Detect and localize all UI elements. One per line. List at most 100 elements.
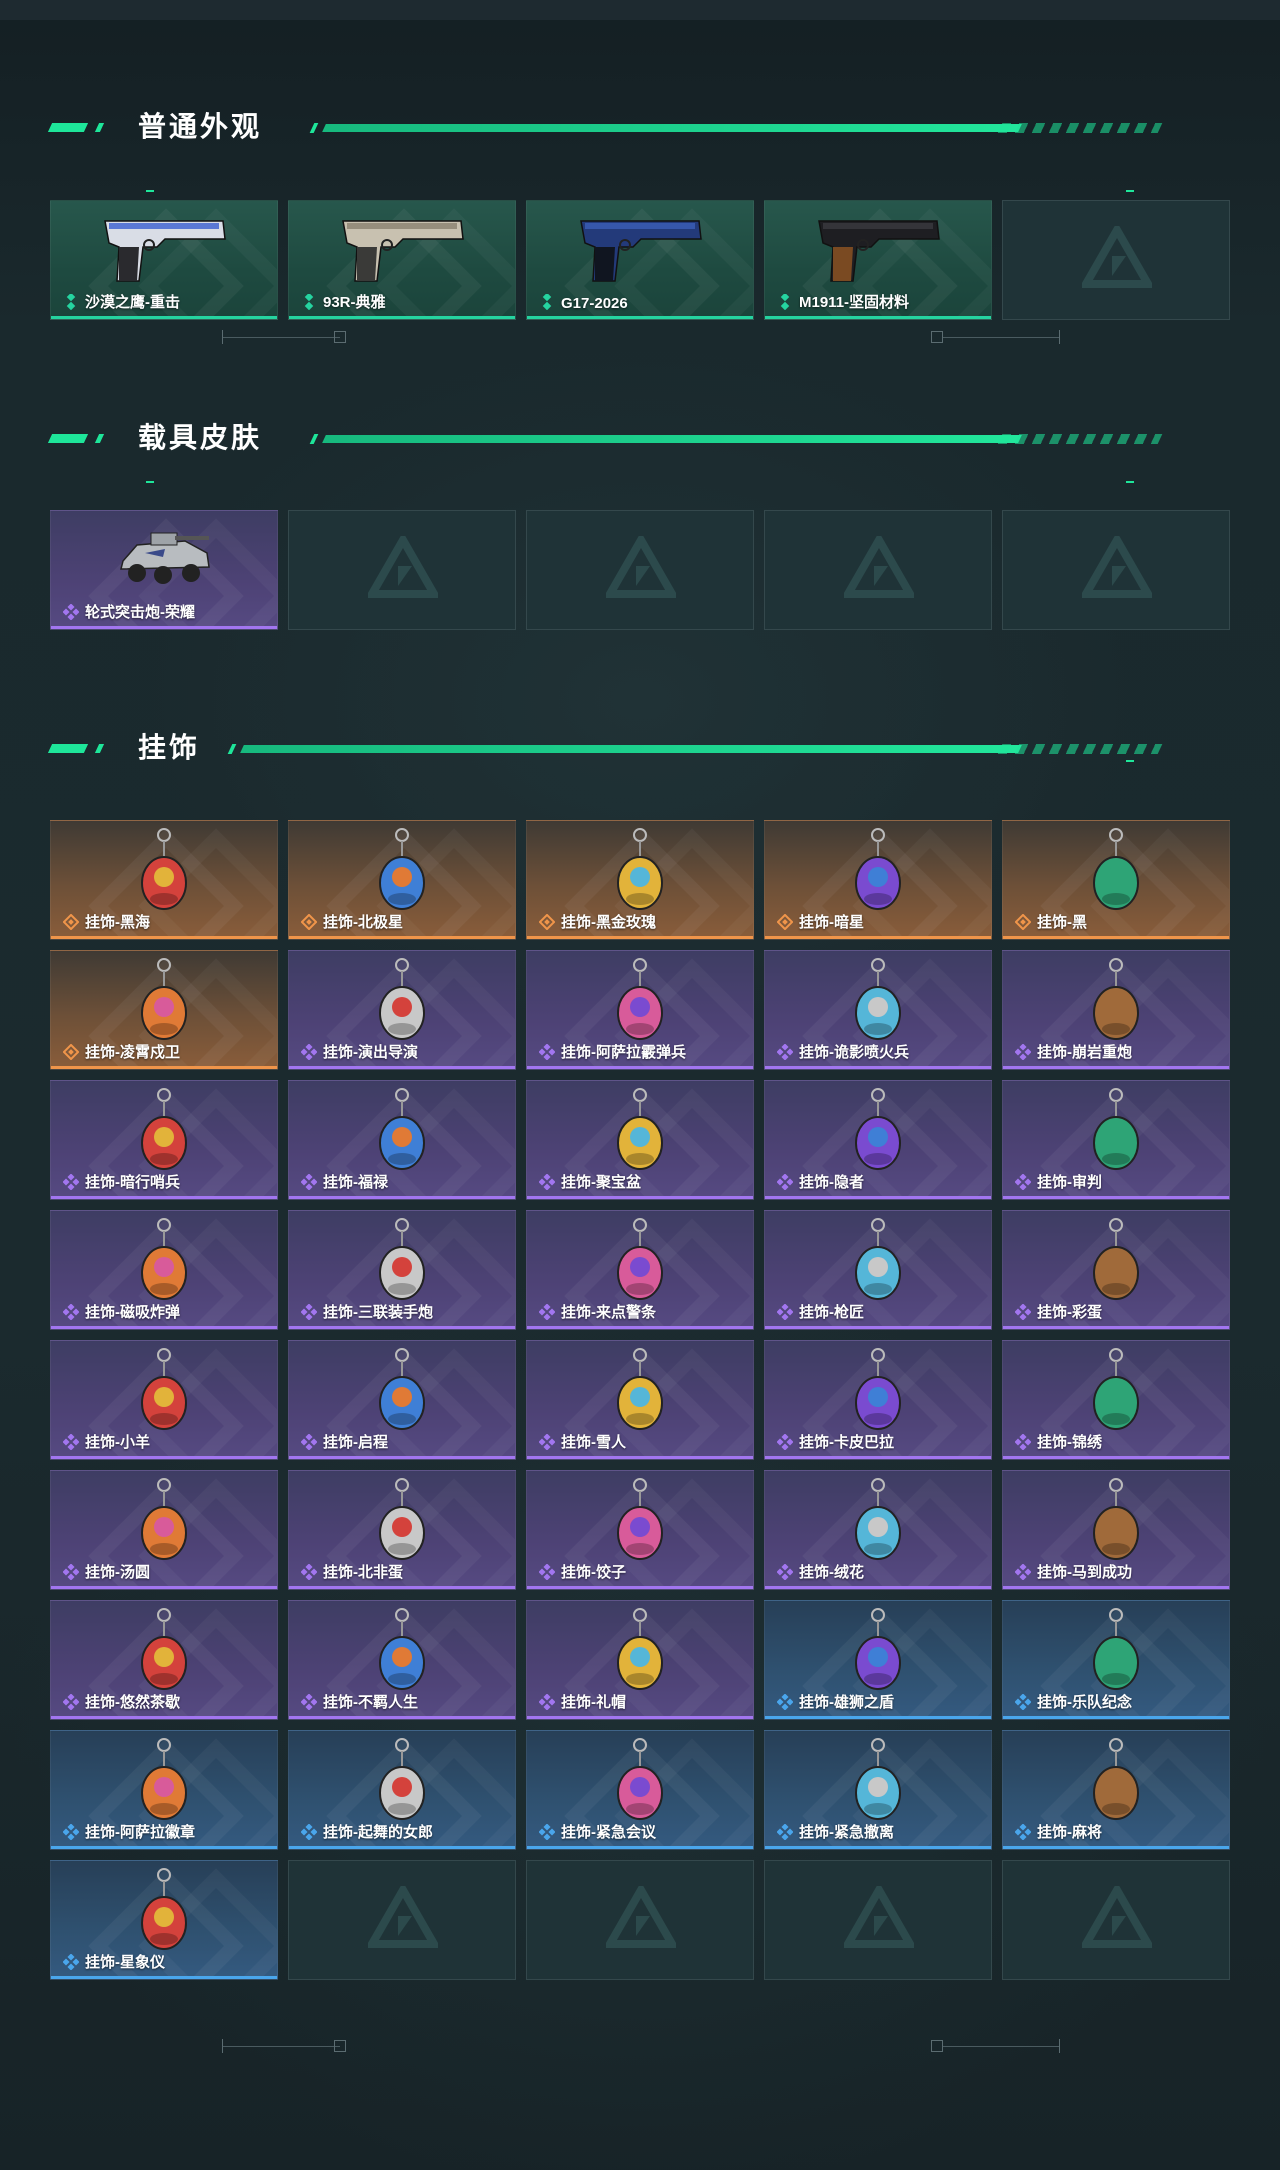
weapon-skin-card[interactable]: M1911-坚固材料 xyxy=(764,200,992,320)
charm-card[interactable]: 挂饰-汤圆 xyxy=(50,1470,278,1590)
rarity-bar xyxy=(527,1456,753,1459)
charm-card[interactable]: 挂饰-乐队纪念 xyxy=(1002,1600,1230,1720)
item-name: 挂饰-隐者 xyxy=(799,1174,864,1191)
charm-card[interactable]: 挂饰-诡影喷火兵 xyxy=(764,950,992,1070)
rarity-icon xyxy=(1014,1823,1032,1841)
charm-card[interactable]: 挂饰-绒花 xyxy=(764,1470,992,1590)
charm-card[interactable]: 挂饰-小羊 xyxy=(50,1340,278,1460)
corner-mark xyxy=(146,190,154,192)
charm-card[interactable]: 挂饰-黑金玫瑰 xyxy=(526,820,754,940)
rarity-bar xyxy=(1003,1456,1229,1459)
charm-card[interactable]: 挂饰-马到成功 xyxy=(1002,1470,1230,1590)
corner-mark xyxy=(1126,760,1134,762)
rarity-bar xyxy=(527,1716,753,1719)
weapon-skin-card[interactable]: 沙漠之鹰-重击 xyxy=(50,200,278,320)
item-name: 挂饰-福禄 xyxy=(323,1174,388,1191)
rarity-bar xyxy=(765,1066,991,1069)
item-name: 挂饰-紧急撤离 xyxy=(799,1824,894,1841)
charm-card[interactable]: 挂饰-锦绣 xyxy=(1002,1340,1230,1460)
charm-card[interactable]: 挂饰-暗行哨兵 xyxy=(50,1080,278,1200)
item-name: 挂饰-凌霄戍卫 xyxy=(85,1044,180,1061)
rarity-bar xyxy=(51,316,277,319)
rarity-bar xyxy=(527,1196,753,1199)
charm-card[interactable]: 挂饰-礼帽 xyxy=(526,1600,754,1720)
item-name: 挂饰-启程 xyxy=(323,1434,388,1451)
rarity-bar xyxy=(289,1196,515,1199)
weapon-skin-card[interactable]: G17-2026 xyxy=(526,200,754,320)
placeholder-logo-icon xyxy=(841,1881,917,1956)
charm-card[interactable]: 挂饰-隐者 xyxy=(764,1080,992,1200)
charm-card[interactable]: 挂饰-不羁人生 xyxy=(288,1600,516,1720)
vehicle-skin-card[interactable]: 轮式突击炮-荣耀 xyxy=(50,510,278,630)
charm-card[interactable]: 挂饰-北非蛋 xyxy=(288,1470,516,1590)
charm-card[interactable]: 挂饰-黑海 xyxy=(50,820,278,940)
charm-card[interactable]: 挂饰-阿萨拉徽章 xyxy=(50,1730,278,1850)
charm-card[interactable]: 挂饰-雪人 xyxy=(526,1340,754,1460)
rarity-icon xyxy=(777,292,793,311)
rarity-bar xyxy=(51,626,277,629)
charm-card[interactable]: 挂饰-彩蛋 xyxy=(1002,1210,1230,1330)
item-name: 挂饰-星象仪 xyxy=(85,1954,165,1971)
charm-card[interactable]: 挂饰-紧急会议 xyxy=(526,1730,754,1850)
item-name: 挂饰-黑金玫瑰 xyxy=(561,914,656,931)
charm-card[interactable]: 挂饰-三联装手炮 xyxy=(288,1210,516,1330)
rarity-bar xyxy=(765,1586,991,1589)
item-name: 挂饰-三联装手炮 xyxy=(323,1304,433,1321)
charm-card[interactable]: 挂饰-枪匠 xyxy=(764,1210,992,1330)
charm-card[interactable]: 挂饰-阿萨拉霰弹兵 xyxy=(526,950,754,1070)
rarity-bar xyxy=(51,1066,277,1069)
placeholder-logo-icon xyxy=(365,531,441,606)
charm-card[interactable]: 挂饰-卡皮巴拉 xyxy=(764,1340,992,1460)
rarity-bar xyxy=(527,936,753,939)
item-name: 挂饰-雪人 xyxy=(561,1434,626,1451)
charm-card[interactable]: 挂饰-磁吸炸弹 xyxy=(50,1210,278,1330)
charm-card[interactable]: 挂饰-演出导演 xyxy=(288,950,516,1070)
rarity-bar xyxy=(527,1066,753,1069)
charm-card[interactable]: 挂饰-福禄 xyxy=(288,1080,516,1200)
charm-card[interactable]: 挂饰-审判 xyxy=(1002,1080,1230,1200)
header-accent-dash xyxy=(94,123,105,132)
rarity-bar xyxy=(527,1846,753,1849)
header-accent-line xyxy=(322,435,1022,443)
rarity-bar xyxy=(765,1326,991,1329)
charm-card[interactable]: 挂饰-悠然茶歇 xyxy=(50,1600,278,1720)
header-accent-dash xyxy=(47,123,89,132)
charm-card[interactable]: 挂饰-黑 xyxy=(1002,820,1230,940)
item-name: 93R-典雅 xyxy=(323,294,386,311)
divider-line xyxy=(222,337,340,338)
rarity-icon xyxy=(538,1823,556,1841)
weapon-skin-card[interactable]: 93R-典雅 xyxy=(288,200,516,320)
charm-card[interactable]: 挂饰-凌霄戍卫 xyxy=(50,950,278,1070)
charm-card[interactable]: 挂饰-麻将 xyxy=(1002,1730,1230,1850)
rarity-icon xyxy=(538,1433,556,1451)
charm-card[interactable]: 挂饰-暗星 xyxy=(764,820,992,940)
item-name: 沙漠之鹰-重击 xyxy=(85,294,180,311)
rarity-icon xyxy=(62,603,80,621)
item-name: 挂饰-锦绣 xyxy=(1037,1434,1102,1451)
charm-card[interactable]: 挂饰-星象仪 xyxy=(50,1860,278,1980)
rarity-icon xyxy=(300,1303,318,1321)
empty-slot xyxy=(1002,510,1230,630)
rarity-icon xyxy=(776,1433,794,1451)
rarity-icon xyxy=(1014,1693,1032,1711)
divider-square xyxy=(334,331,346,343)
charm-card[interactable]: 挂饰-崩岩重炮 xyxy=(1002,950,1230,1070)
charm-card[interactable]: 挂饰-饺子 xyxy=(526,1470,754,1590)
charm-card[interactable]: 挂饰-紧急撤离 xyxy=(764,1730,992,1850)
charm-card[interactable]: 挂饰-聚宝盆 xyxy=(526,1080,754,1200)
header-accent-dash xyxy=(94,744,105,753)
charm-card[interactable]: 挂饰-雄狮之盾 xyxy=(764,1600,992,1720)
rarity-bar xyxy=(1003,936,1229,939)
rarity-icon xyxy=(538,1563,556,1581)
header-accent-line xyxy=(322,124,1022,132)
charm-card[interactable]: 挂饰-北极星 xyxy=(288,820,516,940)
rarity-icon xyxy=(63,292,79,311)
charm-card[interactable]: 挂饰-来点警条 xyxy=(526,1210,754,1330)
charm-card[interactable]: 挂饰-起舞的女郎 xyxy=(288,1730,516,1850)
charm-card[interactable]: 挂饰-启程 xyxy=(288,1340,516,1460)
rarity-bar xyxy=(765,1196,991,1199)
rarity-bar xyxy=(51,1976,277,1979)
rarity-icon xyxy=(301,292,317,311)
placeholder-logo-icon xyxy=(841,531,917,606)
rarity-bar xyxy=(527,1326,753,1329)
